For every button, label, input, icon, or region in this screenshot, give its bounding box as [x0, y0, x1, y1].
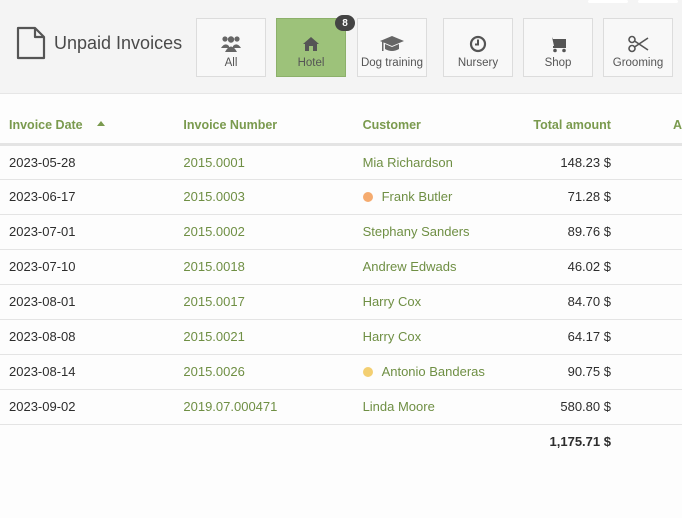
customer-link[interactable]: Antonio Banderas [382, 364, 485, 379]
total-amount: 90.75 $ [511, 354, 611, 390]
status-dot-icon [362, 367, 373, 377]
invoice-number-link[interactable]: 2015.0018 [183, 249, 363, 285]
table-row[interactable]: 2023-07-01 2015.0002 Stephany Sanders 89.76… [0, 214, 682, 250]
invoice-number-link[interactable]: 2015.0017 [183, 284, 363, 320]
filter-label: Grooming [612, 57, 664, 69]
truncated-cell [610, 284, 682, 320]
filter-dog-training-button[interactable]: Dog training [357, 18, 427, 77]
invoice-date: 2023-07-10 [0, 249, 184, 285]
invoice-number-link[interactable]: 2015.0003 [183, 179, 363, 215]
invoice-date: 2023-08-08 [0, 319, 184, 355]
total-amount: 64.17 $ [511, 319, 611, 355]
customer-cell: Stephany Sanders [362, 214, 512, 250]
status-dot-icon [362, 192, 373, 202]
truncated-cell [610, 354, 682, 390]
title-area: Unpaid Invoices [16, 26, 182, 60]
graduation-cap-icon [379, 34, 405, 54]
customer-link[interactable]: Andrew Edwads [363, 259, 457, 274]
customer-link[interactable]: Harry Cox [363, 329, 422, 344]
filter-all-button[interactable]: All [196, 18, 266, 77]
customer-cell: Antonio Banderas [362, 354, 512, 390]
invoice-date: 2023-07-01 [0, 214, 184, 250]
total-amount: 89.76 $ [511, 214, 611, 250]
table-header-row: Invoice Date Invoice Number Customer Tot… [0, 108, 682, 146]
filter-label: All [224, 57, 238, 69]
total-row: 1,175.71 $ [0, 424, 682, 458]
invoice-number-link[interactable]: 2015.0002 [183, 214, 363, 250]
filter-label: Dog training [360, 57, 423, 69]
column-header-customer[interactable]: Customer [362, 108, 512, 146]
column-header-invoice-number[interactable]: Invoice Number [183, 108, 363, 146]
customer-cell: Linda Moore [362, 389, 512, 425]
home-icon [302, 34, 320, 54]
grand-total: 1,175.71 $ [549, 433, 611, 449]
column-header-truncated[interactable]: A [610, 108, 682, 146]
customer-cell: Frank Butler [362, 179, 512, 215]
total-amount: 84.70 $ [511, 284, 611, 320]
page-header: Unpaid Invoices All Hotel 8 Dog training… [0, 0, 682, 94]
customer-cell: Mia Richardson [362, 144, 512, 180]
customer-link[interactable]: Harry Cox [363, 294, 422, 309]
table-row[interactable]: 2023-06-17 2015.0003 Frank Butler 71.28 $ [0, 179, 682, 215]
customer-cell: Andrew Edwads [362, 249, 512, 285]
invoice-number-link[interactable]: 2015.0021 [183, 319, 363, 355]
filter-shop-button[interactable]: Shop [523, 18, 593, 77]
invoice-date: 2023-08-14 [0, 354, 184, 390]
table-row[interactable]: 2023-08-08 2015.0021 Harry Cox 64.17 $ [0, 319, 682, 355]
invoice-date: 2023-08-01 [0, 284, 184, 320]
column-header-total-amount[interactable]: Total amount [511, 108, 611, 146]
table-row[interactable]: 2023-05-28 2015.0001 Mia Richardson 148.23 … [0, 144, 682, 180]
invoice-number-link[interactable]: 2015.0001 [183, 144, 363, 180]
scissors-icon [627, 34, 649, 54]
invoice-number-link[interactable]: 2019.07.000471 [183, 389, 363, 425]
users-icon [220, 34, 242, 54]
truncated-cell [610, 144, 682, 180]
customer-link[interactable]: Stephany Sanders [363, 224, 470, 239]
sort-ascending-icon [96, 121, 105, 127]
customer-link[interactable]: Frank Butler [382, 189, 453, 204]
total-amount: 46.02 $ [511, 249, 611, 285]
filter-nursery-button[interactable]: Nursery [443, 18, 513, 77]
truncated-cell [610, 319, 682, 355]
window-control [588, 0, 628, 3]
page-title: Unpaid Invoices [54, 32, 183, 53]
total-amount: 148.23 $ [511, 144, 611, 180]
customer-link[interactable]: Linda Moore [363, 399, 435, 414]
filter-label: Nursery [457, 57, 499, 69]
filter-label: Shop [544, 57, 572, 69]
table-row[interactable]: 2023-08-14 2015.0026 Antonio Banderas 90.75… [0, 354, 682, 390]
truncated-cell [610, 214, 682, 250]
filter-hotel-button[interactable]: Hotel 8 [276, 15, 355, 77]
table-row[interactable]: 2023-07-10 2015.0018 Andrew Edwads 46.02 $ [0, 249, 682, 285]
invoice-date: 2023-09-02 [0, 389, 184, 425]
truncated-cell [610, 249, 682, 285]
column-header-invoice-date[interactable]: Invoice Date [0, 108, 184, 146]
clock-icon [469, 34, 487, 54]
customer-link[interactable]: Mia Richardson [363, 155, 453, 170]
invoices-table: Invoice Date Invoice Number Customer Tot… [0, 108, 682, 458]
document-icon [16, 26, 46, 60]
table-row[interactable]: 2023-08-01 2015.0017 Harry Cox 84.70 $ [0, 284, 682, 320]
invoice-date: 2023-06-17 [0, 179, 184, 215]
total-amount: 71.28 $ [511, 179, 611, 215]
invoice-date: 2023-05-28 [0, 144, 184, 180]
truncated-cell [610, 389, 682, 425]
customer-cell: Harry Cox [362, 319, 512, 355]
customer-cell: Harry Cox [362, 284, 512, 320]
cart-icon [548, 34, 568, 54]
filter-grooming-button[interactable]: Grooming [603, 18, 673, 77]
table-row[interactable]: 2023-09-02 2019.07.000471 Linda Moore 580.8… [0, 389, 682, 425]
count-badge: 8 [335, 15, 355, 31]
invoice-number-link[interactable]: 2015.0026 [183, 354, 363, 390]
truncated-cell [610, 179, 682, 215]
filter-label: Hotel [297, 57, 325, 69]
window-control [638, 0, 678, 3]
total-amount: 580.80 $ [511, 389, 611, 425]
